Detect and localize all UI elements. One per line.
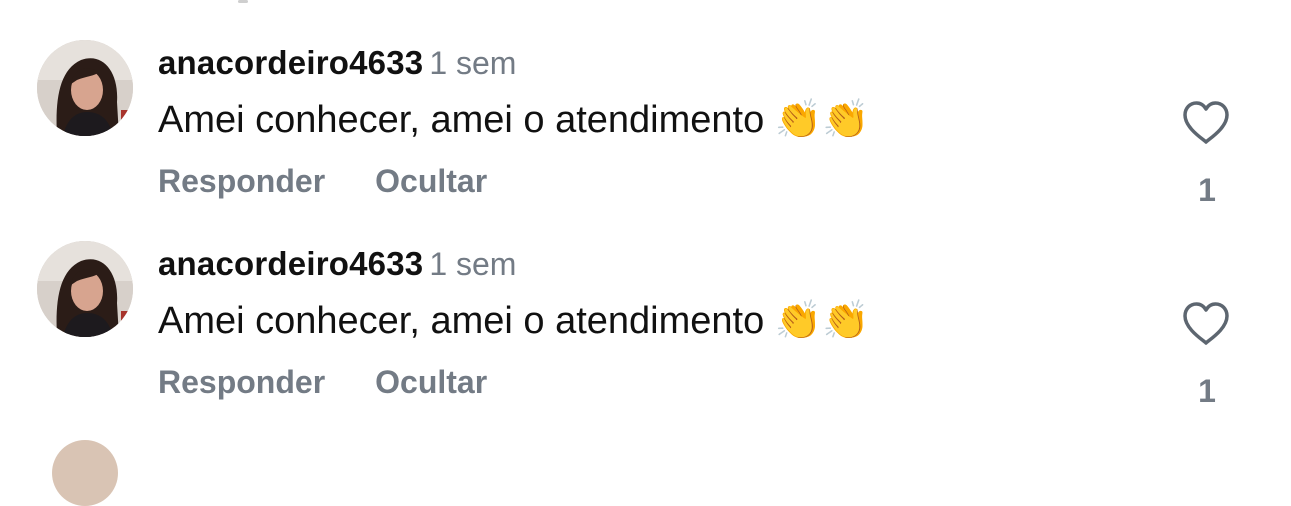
avatar[interactable] [37,40,133,136]
avatar-photo [37,40,133,136]
comment-header: anacordeiro4633 1 sem [158,44,516,82]
username[interactable]: anacordeiro4633 [158,245,423,282]
like-button[interactable] [1181,301,1231,347]
username[interactable]: anacordeiro4633 [158,44,423,81]
avatar-photo [37,241,133,337]
comment-item: anacordeiro4633 1 sem Amei conhecer, amei… [0,0,1291,208]
hide-button[interactable]: Ocultar [375,364,487,400]
like-count: 1 [1198,373,1216,409]
reply-button[interactable]: Responder [158,364,325,400]
comment-actions: Responder Ocultar [158,163,487,200]
comment-header: anacordeiro4633 1 sem [158,245,516,283]
hide-button[interactable]: Ocultar [375,163,487,199]
comment-item: anacordeiro4633 1 sem Amei conhecer, amei… [0,201,1291,409]
clapping-hands-emoji: 👏👏 [774,97,870,141]
heart-outline-icon [1183,101,1229,144]
timestamp: 1 sem [429,45,517,81]
next-comment-avatar[interactable] [52,440,118,506]
comment-body: Amei conhecer, amei o atendimento [158,99,765,141]
reply-button[interactable]: Responder [158,163,325,199]
timestamp: 1 sem [429,246,517,282]
comment-actions: Responder Ocultar [158,364,487,401]
clapping-hands-emoji: 👏👏 [774,298,870,342]
avatar[interactable] [37,241,133,337]
comment-body: Amei conhecer, amei o atendimento [158,300,765,342]
like-button[interactable] [1181,100,1231,146]
comment-text: Amei conhecer, amei o atendimento 👏👏 [158,97,869,142]
heart-outline-icon [1183,302,1229,345]
comment-text: Amei conhecer, amei o atendimento 👏👏 [158,298,869,343]
